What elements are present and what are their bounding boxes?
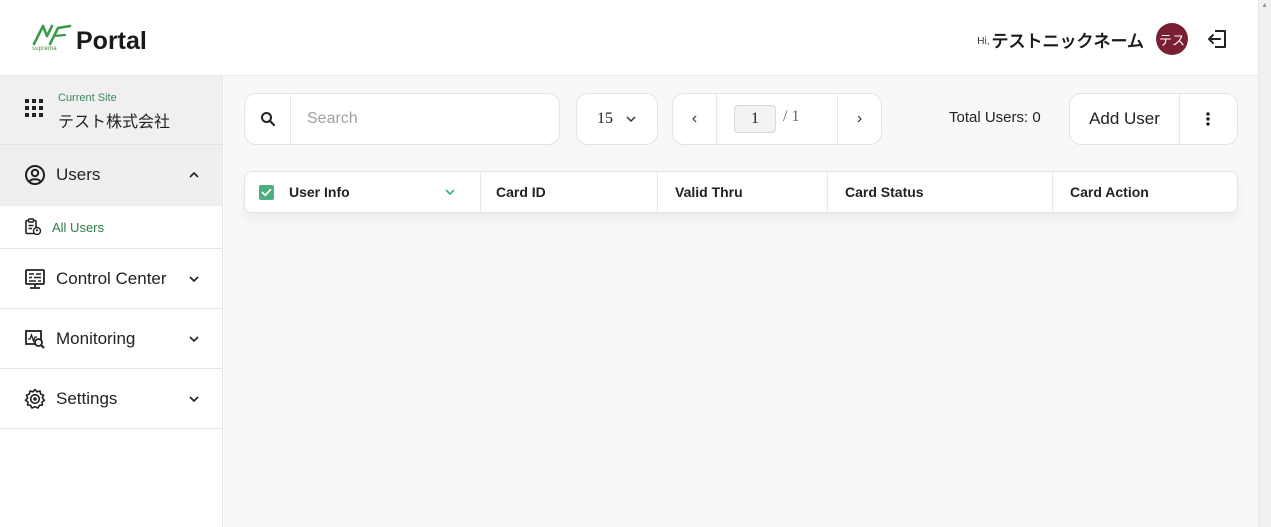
sidebar-item-control-center[interactable]: Control Center [0,249,222,309]
logout-icon[interactable] [1206,27,1230,51]
column-label: Valid Thru [675,184,743,200]
search-input[interactable] [291,99,551,139]
page-total: / 1 [783,108,800,125]
site-name: テスト株式会社 [58,112,171,131]
total-users-count: Total Users: 0 [949,109,1041,126]
column-header-user-info[interactable]: User Info [289,172,350,212]
top-header: suprema Portal Hi, テストニックネーム テス [0,0,1258,76]
chevron-right-icon: › [856,110,863,127]
site-selector[interactable]: Current Site テスト株式会社 [0,76,222,145]
logo[interactable]: suprema Portal [32,22,147,56]
chevron-down-icon [189,395,199,402]
main-content: 15 ‹ 1 / 1 › Total Users: 0 Add User [224,76,1258,527]
sidebar-item-label: Control Center [56,268,167,288]
sidebar-item-label: Users [56,165,101,184]
add-user-button[interactable]: Add User [1070,94,1180,144]
page-number-input[interactable]: 1 [734,105,776,133]
user-nickname: テストニックネーム [991,31,1145,52]
monitor-control-icon [24,268,46,290]
gear-icon [24,388,46,410]
user-list-icon [24,218,42,236]
logo-subtext: suprema [32,46,57,52]
sidebar-item-settings[interactable]: Settings [0,369,222,429]
chevron-down-icon [189,335,199,342]
page-scrollbar[interactable]: ▲ [1258,0,1271,527]
column-header-card-id[interactable]: Card ID [496,172,546,212]
chevron-left-icon: ‹ [691,110,698,127]
search-icon[interactable] [245,94,291,144]
sidebar-subitem-label: All Users [52,219,105,235]
site-label: Current Site [58,92,117,104]
sidebar-item-all-users[interactable]: All Users [0,206,222,249]
column-label: User Info [289,184,350,200]
select-all-checkbox[interactable] [259,185,274,200]
column-label: Card ID [496,184,546,200]
greeting-prefix: Hi, [977,35,990,47]
sidebar-item-label: Monitoring [56,328,136,348]
user-circle-icon [24,164,46,186]
user-actions: Add User [1069,93,1238,145]
sidebar-item-monitoring[interactable]: Monitoring [0,309,222,369]
sidebar-item-users[interactable]: Users [0,145,222,206]
column-label: Card Action [1070,184,1149,200]
scroll-up-icon[interactable]: ▲ [1261,2,1268,9]
column-label: Card Status [845,184,924,200]
column-header-card-action[interactable]: Card Action [1070,172,1149,212]
column-header-valid-thru[interactable]: Valid Thru [675,172,743,212]
chevron-down-icon [189,275,199,282]
monitoring-icon [24,328,46,350]
rows-per-page-select[interactable]: 15 [576,93,658,145]
more-options-icon[interactable] [1179,94,1237,144]
rows-per-page-value: 15 [597,110,613,127]
logo-text: Portal [76,27,147,55]
avatar[interactable]: テス [1156,23,1188,55]
check-icon [261,188,272,197]
toolbar: 15 ‹ 1 / 1 › Total Users: 0 Add User [244,93,1238,145]
chevron-down-icon[interactable] [444,186,456,198]
next-page-button[interactable]: › [837,94,881,144]
previous-page-button[interactable]: ‹ [673,94,717,144]
sidebar-item-label: Settings [56,388,118,408]
chevron-up-icon [189,171,199,178]
pagination: ‹ 1 / 1 › [672,93,882,145]
search-bar [244,93,560,145]
chevron-down-icon [626,116,636,123]
app-grid-icon [25,99,43,117]
users-table-header: User Info Card ID Valid Thru Card Status… [244,171,1238,213]
user-area: Hi, テストニックネーム テス [977,22,1230,56]
column-header-card-status[interactable]: Card Status [845,172,924,212]
sidebar: Current Site テスト株式会社 Users All Users Con… [0,76,223,527]
logo-mark-icon: suprema [32,22,72,56]
